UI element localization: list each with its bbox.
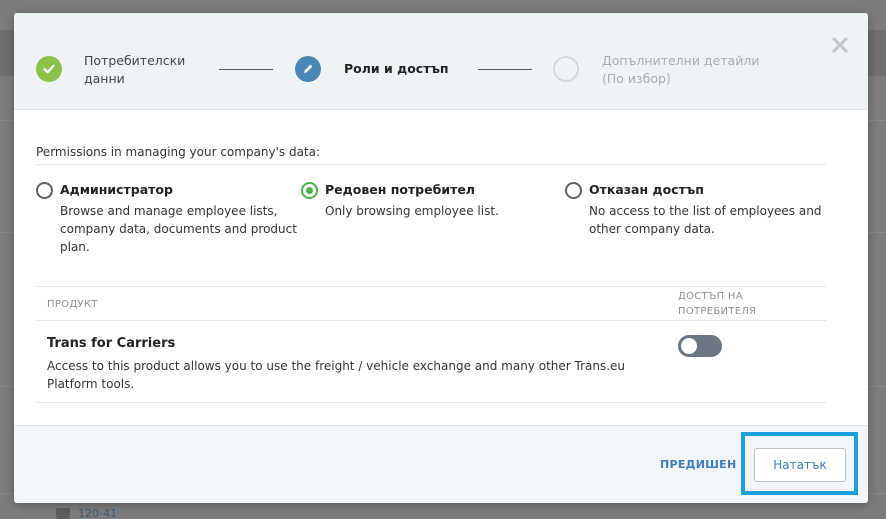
modal-footer: ПРЕДИШЕН Нататък [14, 425, 868, 503]
pencil-icon [304, 64, 313, 73]
step-done-indicator [36, 56, 62, 82]
divider [36, 286, 826, 287]
radio-admin[interactable] [36, 182, 53, 199]
next-button-highlight [741, 432, 858, 495]
option-title: Администратор [60, 182, 173, 197]
background-checkbox [56, 508, 70, 519]
background-table-row: 120-41 [56, 507, 117, 519]
column-header-access: ДОСТЪП НА ПОТРЕБИТЕЛЯ [678, 291, 757, 317]
step-1-label-line: данни [84, 71, 125, 86]
wizard-steps: Потребителски данни Роли и достъп Допълн… [14, 13, 868, 110]
option-title: Редовен потребител [325, 182, 475, 197]
step-1-label: Потребителски данни [84, 52, 185, 88]
previous-button[interactable]: ПРЕДИШЕН [660, 458, 737, 471]
step-pending-indicator [553, 56, 579, 82]
step-3-label-line: Допълнителни детайли [602, 53, 760, 68]
permissions-title: Permissions in managing your company's d… [36, 145, 321, 159]
background-row-link: 120-41 [78, 507, 117, 519]
product-description: Access to this product allows you to use… [47, 359, 626, 391]
divider [36, 320, 826, 321]
option-description: Browse and manage employee lists, compan… [60, 204, 297, 254]
step-2-label: Роли и достъп [344, 61, 449, 76]
divider [36, 164, 826, 165]
radio-regular[interactable] [301, 182, 318, 199]
step-connector [478, 69, 532, 70]
step-active-indicator [295, 56, 321, 82]
option-description: No access to the list of employees and o… [589, 204, 822, 236]
option-description: Only browsing employee list. [325, 204, 499, 218]
step-3-label: Допълнителни детайли (По избор) [602, 52, 759, 88]
column-header-product: ПРОДУКТ [47, 299, 98, 310]
step-3-label-line: (По избор) [602, 71, 671, 86]
step-connector [219, 69, 273, 70]
divider [36, 402, 826, 403]
option-title: Отказан достъп [589, 182, 704, 197]
user-roles-modal: Потребителски данни Роли и достъп Допълн… [14, 13, 868, 503]
product-access-toggle[interactable] [678, 335, 722, 357]
check-icon [43, 64, 55, 74]
step-1-label-line: Потребителски [84, 53, 186, 68]
toggle-knob [681, 338, 697, 354]
product-name: Trans for Carriers [47, 336, 176, 351]
close-icon[interactable] [830, 35, 850, 55]
radio-denied[interactable] [565, 182, 582, 199]
